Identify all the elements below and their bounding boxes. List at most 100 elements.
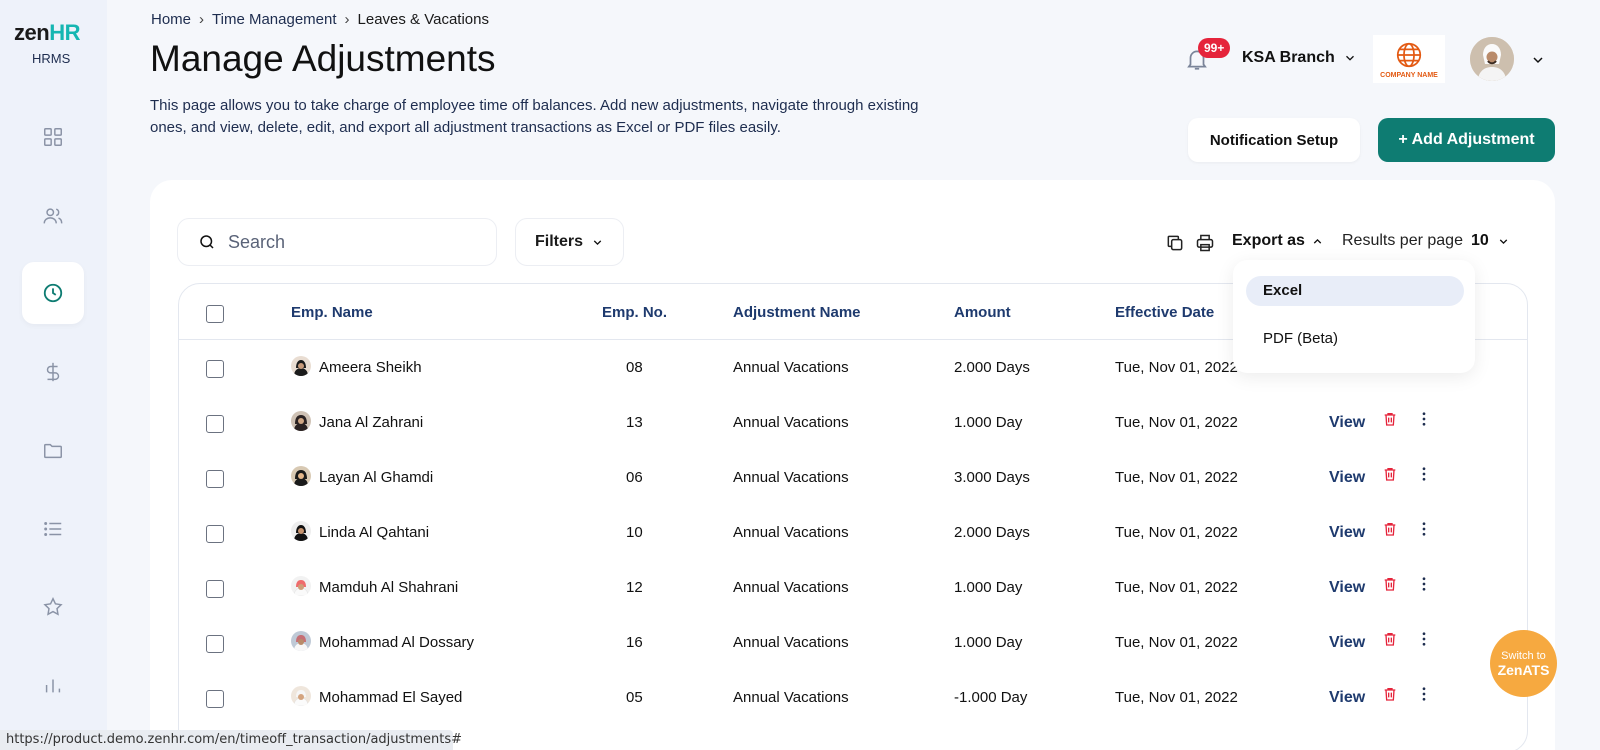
search-box[interactable]: [177, 218, 497, 266]
breadcrumb-time-management[interactable]: Time Management: [212, 11, 337, 28]
user-portrait-icon: [291, 411, 311, 431]
delete-button[interactable]: [1382, 575, 1398, 598]
emp-name: Mohammad El Sayed: [319, 689, 463, 706]
branch-selector[interactable]: KSA Branch: [1242, 49, 1357, 67]
logo-subtitle: HRMS: [32, 51, 71, 66]
user-portrait-icon: [291, 521, 311, 541]
nav-time-management[interactable]: [22, 262, 84, 324]
dollar-icon: [46, 362, 60, 382]
column-amount[interactable]: Amount: [954, 304, 1011, 321]
notification-count-badge: 99+: [1198, 38, 1231, 58]
amount: 3.000 Days: [954, 469, 1030, 486]
delete-button[interactable]: [1382, 685, 1398, 708]
column-effective-date[interactable]: Effective Date: [1115, 304, 1214, 321]
row-checkbox[interactable]: [206, 525, 224, 543]
list-icon: [44, 522, 62, 536]
trash-icon: [1384, 523, 1396, 536]
table-row: Mohammad El Sayed 05 Annual Vacations -1…: [179, 671, 1527, 726]
effective-date: Tue, Nov 01, 2022: [1115, 414, 1238, 431]
star-icon: [43, 597, 63, 616]
user-avatar[interactable]: [1470, 37, 1514, 81]
view-link[interactable]: View: [1329, 634, 1365, 652]
nav-documents[interactable]: [22, 420, 84, 482]
emp-no: 12: [626, 579, 643, 596]
nav-payroll[interactable]: [22, 341, 84, 403]
user-portrait-icon: [291, 686, 311, 706]
row-checkbox[interactable]: [206, 360, 224, 378]
delete-button[interactable]: [1382, 465, 1398, 488]
view-link[interactable]: View: [1329, 414, 1365, 432]
results-per-page-label: Results per page: [1342, 232, 1463, 249]
delete-button[interactable]: [1382, 630, 1398, 653]
page-description: This page allows you to take charge of e…: [150, 97, 919, 136]
more-vertical-icon: [1422, 632, 1426, 646]
table-row: Layan Al Ghamdi 06 Annual Vacations 3.00…: [179, 451, 1527, 506]
zenhr-logo[interactable]: zenHR: [14, 20, 80, 46]
export-excel-option[interactable]: Excel: [1246, 276, 1464, 306]
more-options-button[interactable]: [1415, 575, 1433, 598]
copy-button[interactable]: [1165, 233, 1185, 258]
chevron-down-icon[interactable]: [1497, 235, 1510, 248]
trash-icon: [1384, 413, 1396, 426]
view-link[interactable]: View: [1329, 524, 1365, 542]
chevron-right-icon: ›: [199, 11, 205, 28]
print-button[interactable]: [1195, 233, 1215, 258]
nav-dashboard[interactable]: [22, 106, 84, 168]
amount: 1.000 Day: [954, 414, 1023, 431]
globe-icon: [1396, 42, 1422, 67]
employee-avatar: [291, 356, 311, 376]
more-vertical-icon: [1422, 687, 1426, 701]
add-adjustment-button[interactable]: + Add Adjustment: [1378, 118, 1555, 162]
delete-button[interactable]: [1382, 520, 1398, 543]
users-icon: [43, 208, 63, 224]
nav-favorites[interactable]: [22, 576, 84, 638]
chevron-down-icon: [1345, 55, 1354, 61]
user-portrait-icon: [291, 576, 311, 596]
nav-lists[interactable]: [22, 498, 84, 560]
more-options-button[interactable]: [1415, 630, 1433, 653]
notification-setup-button[interactable]: Notification Setup: [1188, 118, 1360, 162]
switch-to-zenats-button[interactable]: Switch to ZenATS: [1490, 630, 1557, 697]
more-options-button[interactable]: [1415, 410, 1433, 433]
view-link[interactable]: View: [1329, 579, 1365, 597]
switch-line2: ZenATS: [1497, 661, 1550, 678]
user-portrait-icon: [291, 356, 311, 376]
results-per-page-select[interactable]: 10: [1471, 232, 1489, 250]
export-pdf-option[interactable]: PDF (Beta): [1246, 324, 1464, 354]
row-checkbox[interactable]: [206, 580, 224, 598]
view-link[interactable]: View: [1329, 689, 1365, 707]
emp-name: Jana Al Zahrani: [319, 414, 424, 431]
column-emp-no[interactable]: Emp. No.: [602, 304, 667, 321]
row-checkbox[interactable]: [206, 635, 224, 653]
select-all-checkbox[interactable]: [206, 305, 224, 323]
bar-chart-icon: [45, 679, 61, 693]
view-link[interactable]: View: [1329, 469, 1365, 487]
more-options-button[interactable]: [1415, 465, 1433, 488]
row-checkbox[interactable]: [206, 690, 224, 708]
delete-button[interactable]: [1382, 410, 1398, 433]
nav-employees[interactable]: [22, 185, 84, 247]
more-options-button[interactable]: [1415, 685, 1433, 708]
row-checkbox[interactable]: [206, 470, 224, 488]
effective-date: Tue, Nov 01, 2022: [1115, 634, 1238, 651]
breadcrumb: Home › Time Management › Leaves & Vacati…: [151, 11, 489, 28]
adjustment-name: Annual Vacations: [733, 579, 849, 596]
column-adjustment-name[interactable]: Adjustment Name: [733, 304, 861, 321]
export-as-label: Export as: [1232, 232, 1305, 249]
export-as-toggle[interactable]: Export as: [1232, 232, 1324, 250]
effective-date: Tue, Nov 01, 2022: [1115, 469, 1238, 486]
employee-avatar: [291, 411, 311, 431]
row-checkbox[interactable]: [206, 415, 224, 433]
column-emp-name[interactable]: Emp. Name: [291, 304, 373, 321]
effective-date: Tue, Nov 01, 2022: [1115, 579, 1238, 596]
breadcrumb-home[interactable]: Home: [151, 11, 191, 28]
table-row: Jana Al Zahrani 13 Annual Vacations 1.00…: [179, 396, 1527, 451]
logo-hr-text: HR: [49, 20, 80, 45]
search-input[interactable]: [228, 231, 468, 253]
more-options-button[interactable]: [1415, 520, 1433, 543]
nav-reports[interactable]: [22, 654, 84, 716]
filters-button[interactable]: Filters: [515, 218, 624, 266]
user-menu-toggle[interactable]: [1530, 52, 1546, 73]
employee-avatar: [291, 466, 311, 486]
chevron-down-icon: [593, 239, 602, 245]
